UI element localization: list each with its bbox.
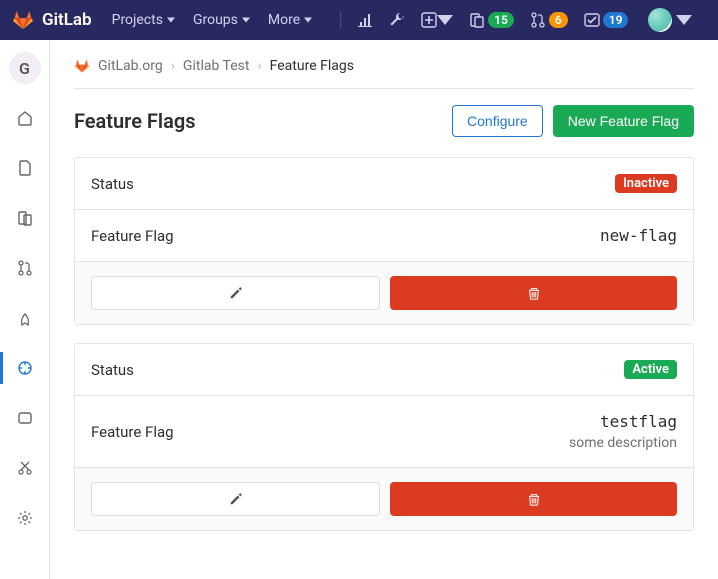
user-menu[interactable] xyxy=(644,8,692,32)
nav-projects[interactable]: Projects xyxy=(112,12,175,28)
sidebar: G xyxy=(0,40,50,579)
flag-name: new-flag xyxy=(600,226,677,245)
sidebar-snippets-icon[interactable] xyxy=(9,452,41,484)
sidebar-registry-icon[interactable] xyxy=(9,402,41,434)
todos-count: 19 xyxy=(603,12,629,28)
chevron-down-icon xyxy=(167,16,175,24)
trash-icon xyxy=(527,492,541,506)
sidebar-home-icon[interactable] xyxy=(9,102,41,134)
flag-description: some description xyxy=(569,435,677,451)
tanuki-icon xyxy=(74,58,90,74)
sidebar-operations-icon[interactable] xyxy=(9,352,41,384)
feature-flag-card: Status Active Feature Flag testflag some… xyxy=(74,343,694,531)
breadcrumb-page: Feature Flags xyxy=(270,58,354,74)
sidebar-cicd-icon[interactable] xyxy=(9,302,41,334)
sidebar-settings-icon[interactable] xyxy=(9,502,41,534)
page-title: Feature Flags xyxy=(74,109,196,133)
project-avatar[interactable]: G xyxy=(9,52,41,84)
status-label: Status xyxy=(91,175,134,193)
mrs-count: 6 xyxy=(549,12,568,28)
chevron-down-icon xyxy=(242,16,250,24)
breadcrumb-sep: › xyxy=(171,58,175,74)
new-feature-flag-button[interactable]: New Feature Flag xyxy=(553,105,694,137)
gitlab-logo-icon[interactable] xyxy=(12,9,34,31)
plus-icon[interactable] xyxy=(421,12,453,28)
status-label: Status xyxy=(91,361,134,379)
nav-groups-label: Groups xyxy=(193,12,238,28)
sidebar-repository-icon[interactable] xyxy=(9,152,41,184)
edit-button[interactable] xyxy=(91,482,380,516)
issues-count: 15 xyxy=(488,12,514,28)
trash-icon xyxy=(527,286,541,300)
configure-button[interactable]: Configure xyxy=(452,105,543,137)
top-navbar: GitLab Projects Groups More 15 6 xyxy=(0,0,718,40)
wrench-icon[interactable] xyxy=(389,12,405,28)
nav-groups[interactable]: Groups xyxy=(193,12,250,28)
status-badge: Inactive xyxy=(615,174,677,193)
flag-name: testflag xyxy=(569,412,677,431)
status-badge: Active xyxy=(624,360,677,379)
feature-flag-label: Feature Flag xyxy=(91,227,174,245)
chevron-down-icon xyxy=(304,16,312,24)
brand-name: GitLab xyxy=(42,10,92,30)
issues-icon[interactable]: 15 xyxy=(469,12,514,28)
delete-button[interactable] xyxy=(390,482,677,516)
merge-requests-icon[interactable]: 6 xyxy=(530,12,568,28)
pencil-icon xyxy=(229,286,243,300)
todos-icon[interactable]: 19 xyxy=(584,12,629,28)
sidebar-merge-requests-icon[interactable] xyxy=(9,252,41,284)
edit-button[interactable] xyxy=(91,276,380,310)
chevron-down-icon xyxy=(437,12,453,28)
nav-separator xyxy=(340,11,341,29)
breadcrumb-group[interactable]: GitLab.org xyxy=(98,58,163,74)
delete-button[interactable] xyxy=(390,276,677,310)
breadcrumb-project[interactable]: Gitlab Test xyxy=(183,58,250,74)
main-content: GitLab.org › Gitlab Test › Feature Flags… xyxy=(50,40,718,579)
breadcrumb-sep: › xyxy=(257,58,261,74)
feature-flag-label: Feature Flag xyxy=(91,423,174,441)
breadcrumb: GitLab.org › Gitlab Test › Feature Flags xyxy=(74,58,694,89)
activity-icon[interactable] xyxy=(357,12,373,28)
avatar xyxy=(648,8,672,32)
nav-more-label: More xyxy=(268,12,300,28)
sidebar-issues-icon[interactable] xyxy=(9,202,41,234)
pencil-icon xyxy=(229,492,243,506)
nav-more[interactable]: More xyxy=(268,12,312,28)
nav-projects-label: Projects xyxy=(112,12,163,28)
feature-flag-card: Status Inactive Feature Flag new-flag xyxy=(74,157,694,325)
chevron-down-icon xyxy=(676,12,692,28)
